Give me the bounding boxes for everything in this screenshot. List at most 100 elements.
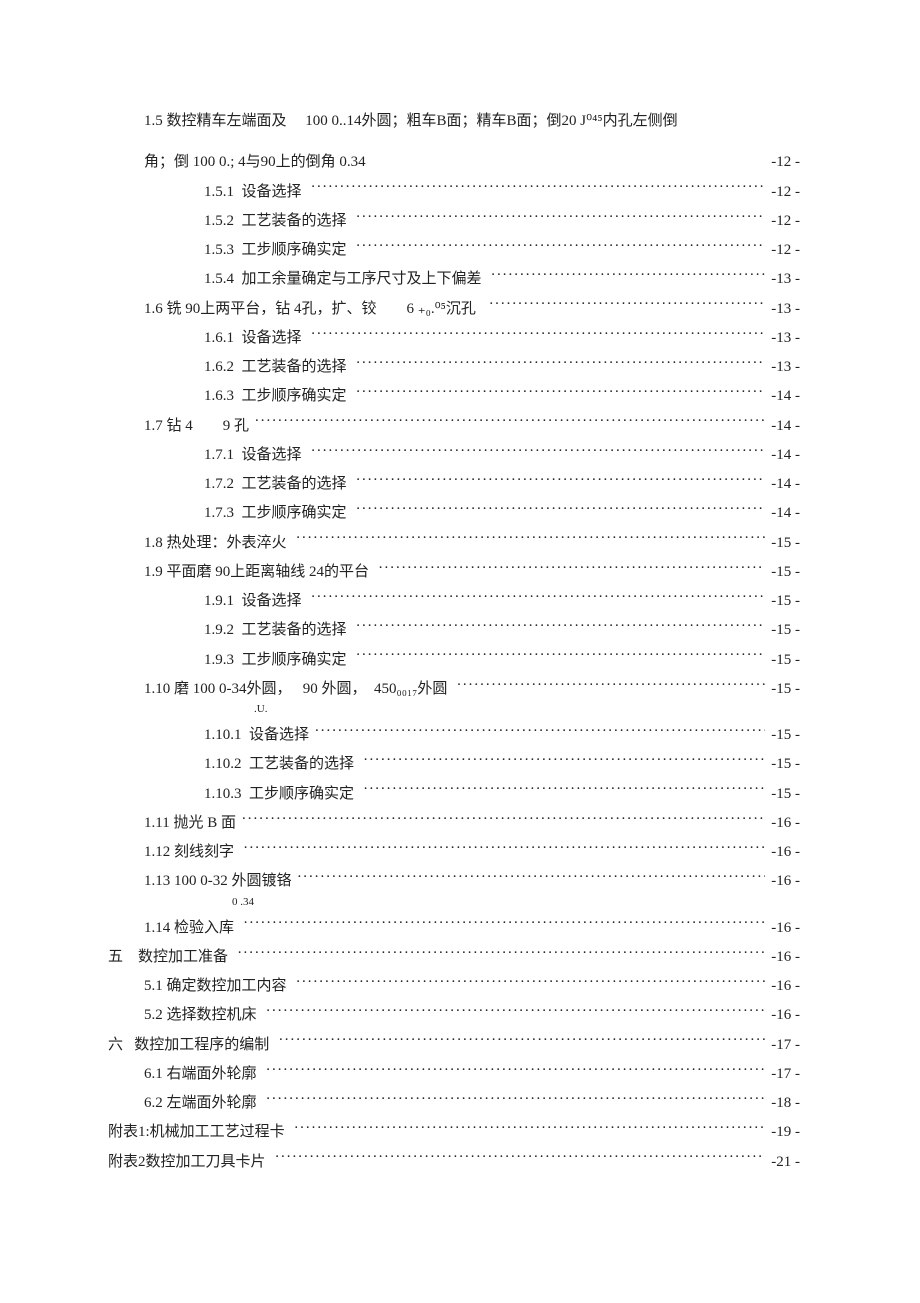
toc-row: 附表1:机械加工工艺过程卡 -19 - [108,1121,800,1144]
page-ref: -16 - [765,946,800,969]
toc-row: 1.9.1 设备选择 -15 - [108,590,800,613]
dot-leader [356,210,765,225]
toc-sublabel: .U. [108,701,800,718]
toc-label: 1.9 平面磨 90上距离轴线 24的平台 [144,561,379,584]
toc-entry: 附表1:机械加工工艺过程卡 -19 - [108,1121,800,1144]
table-of-contents: 1.5 数控精车左端面及 100 0..14外圆；粗车B面；精车B面；倒20 J… [108,110,800,1174]
toc-label: 1.12 刻线刻字 [144,841,244,864]
toc-entry: 6.2 左端面外轮廓 -18 - [108,1092,800,1115]
toc-row: 附表2数控加工刀具卡片 -21 - [108,1151,800,1174]
page-ref: -15 - [765,678,800,701]
dot-leader [298,870,766,885]
toc-entry: 1.6 铣 90上两平台，钻 4孔，扩、铰 6 ₊₀.⁰⁵沉孔 -13 - [108,298,800,321]
toc-label: 6.1 右端面外轮廓 [144,1063,266,1086]
dot-leader [279,1034,765,1049]
toc-label: 角；倒 100 0.; 4与90上的倒角 0.34 [144,151,366,174]
toc-row: 1.5.3 工步顺序确实定 -12 - [108,239,800,262]
dot-leader [356,385,765,400]
dot-leader [255,415,765,430]
toc-entry: 1.10.3 工步顺序确实定 -15 - [108,783,800,806]
dot-leader [356,239,765,254]
toc-row: 五 数控加工准备 -16 - [108,946,800,969]
toc-row: 5.2 选择数控机床 -16 - [108,1004,800,1027]
toc-row: 1.5.4 加工余量确定与工序尺寸及上下偏差 -13 - [108,268,800,291]
toc-label: 附表2数控加工刀具卡片 [108,1151,275,1174]
dot-leader [266,1004,765,1019]
toc-entry: 1.13 100 0-32 外圆镀铬-16 - 0 .34 [108,870,800,910]
toc-label: 1.6.2 工艺装备的选择 [204,356,356,379]
toc-row: 1.7 钻 4 9 孔-14 - [108,415,800,438]
toc-entry: 1.9.2 工艺装备的选择 -15 - [108,619,800,642]
page-ref: -17 - [765,1034,800,1057]
toc-entry: 5.2 选择数控机床 -16 - [108,1004,800,1027]
dot-leader [364,753,765,768]
toc-row: 1.8 热处理：外表淬火 -15 - [108,532,800,555]
toc-entry: 1.7 钻 4 9 孔-14 - [108,415,800,438]
page-ref: -13 - [765,298,800,321]
dot-leader [364,783,765,798]
page-ref: -17 - [765,1063,800,1086]
toc-entry: 1.9.1 设备选择 -15 - [108,590,800,613]
toc-row: 1.6.2 工艺装备的选择 -13 - [108,356,800,379]
toc-row: 六 数控加工程序的编制 -17 - [108,1034,800,1057]
toc-label: 1.5.1 设备选择 [204,181,311,204]
toc-entry: 1.5.3 工步顺序确实定 -12 - [108,239,800,262]
toc-row: 1.9 平面磨 90上距离轴线 24的平台 -15 - [108,561,800,584]
toc-label: 附表1:机械加工工艺过程卡 [108,1121,294,1144]
page-ref: -13 - [765,356,800,379]
toc-entry: 1.9.3 工步顺序确实定 -15 - [108,649,800,672]
toc-label: 1.10 磨 100 0-34外圆， 90 外圆， 450₀₀₁₇外圆 [144,678,457,701]
toc-label: 1.9.3 工步顺序确实定 [204,649,356,672]
dot-leader [489,298,765,313]
dot-leader [356,649,765,664]
toc-row: 1.6.1 设备选择 -13 - [108,327,800,350]
toc-label: 1.10.3 工步顺序确实定 [204,783,364,806]
toc-row: 1.13 100 0-32 外圆镀铬-16 - [108,870,800,893]
toc-label-line2: 角；倒 100 0.; 4与90上的倒角 0.34 -12 - [108,151,800,174]
page-container: 1.5 数控精车左端面及 100 0..14外圆；粗车B面；精车B面；倒20 J… [0,0,920,1303]
dot-leader [275,1151,765,1166]
dot-leader [294,1121,765,1136]
toc-label-line1: 1.5 数控精车左端面及 100 0..14外圆；粗车B面；精车B面；倒20 J… [108,110,800,133]
toc-row: 1.7.1 设备选择 -14 - [108,444,800,467]
toc-row: 1.10.1 设备选择-15 - [108,724,800,747]
toc-row: 6.2 左端面外轮廓 -18 - [108,1092,800,1115]
page-ref: -14 - [765,444,800,467]
toc-label: 1.6 铣 90上两平台，钻 4孔，扩、铰 6 ₊₀.⁰⁵沉孔 [144,298,489,321]
toc-row: 1.12 刻线刻字 -16 - [108,841,800,864]
toc-entry: 1.5.1 设备选择 -12 - [108,181,800,204]
dot-leader [296,975,765,990]
dot-leader [356,473,765,488]
toc-label: 1.6.1 设备选择 [204,327,311,350]
page-ref: -14 - [765,415,800,438]
toc-entry: 1.14 检验入库 -16 - [108,917,800,940]
dot-leader [244,841,765,856]
page-ref: -15 - [765,619,800,642]
page-ref: -15 - [765,783,800,806]
toc-entry: 五 数控加工准备 -16 - [108,946,800,969]
toc-row: 1.7.3 工步顺序确实定 -14 - [108,502,800,525]
dot-leader [244,917,765,932]
toc-row: 1.10.2 工艺装备的选择 -15 - [108,753,800,776]
toc-entry: 1.7.3 工步顺序确实定 -14 - [108,502,800,525]
page-ref: -13 - [765,327,800,350]
page-ref: -16 - [765,812,800,835]
toc-label: 1.8 热处理：外表淬火 [144,532,296,555]
toc-entry: 1.10 磨 100 0-34外圆， 90 外圆， 450₀₀₁₇外圆 -15 … [108,678,800,718]
toc-label: 1.5.4 加工余量确定与工序尺寸及上下偏差 [204,268,491,291]
page-ref: -14 - [765,473,800,496]
page-ref: -15 - [765,649,800,672]
dot-leader [457,678,765,693]
toc-entry: 1.5 数控精车左端面及 100 0..14外圆；粗车B面；精车B面；倒20 J… [108,110,800,175]
page-ref: -16 - [765,1004,800,1027]
toc-label: 1.11 抛光 B 面 [144,812,242,835]
toc-label: 1.7.3 工步顺序确实定 [204,502,356,525]
toc-entry: 1.10.1 设备选择-15 - [108,724,800,747]
dot-leader [315,724,765,739]
page-ref: -12 - [765,151,800,174]
toc-row: 6.1 右端面外轮廓 -17 - [108,1063,800,1086]
toc-label: 1.10.1 设备选择 [204,724,315,747]
page-ref: -12 - [765,181,800,204]
page-ref: -21 - [765,1151,800,1174]
toc-entry: 六 数控加工程序的编制 -17 - [108,1034,800,1057]
